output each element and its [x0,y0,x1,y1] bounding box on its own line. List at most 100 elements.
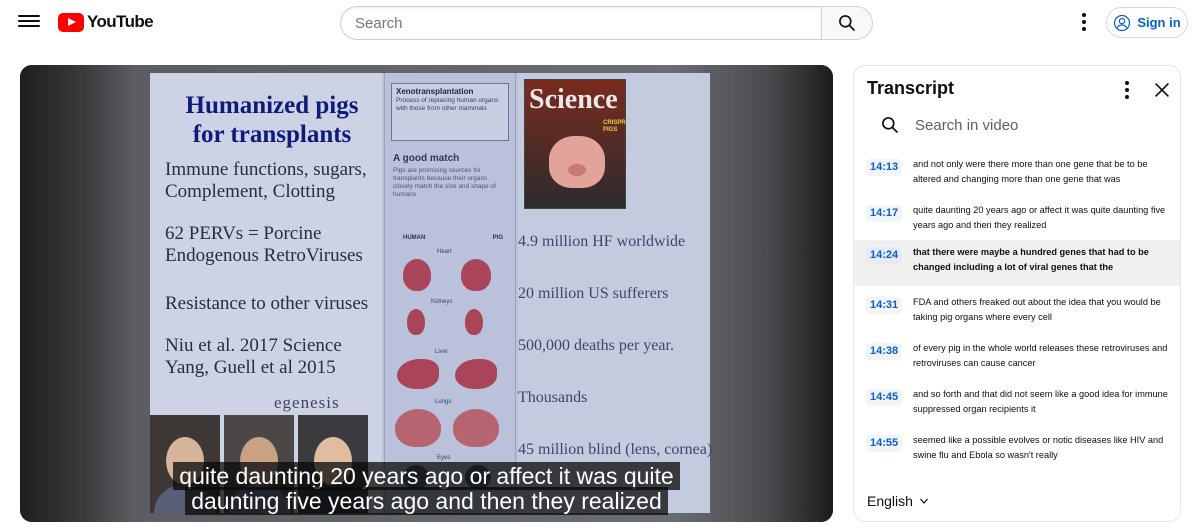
egenesis-logo: egenesis [274,393,340,412]
slide-title: Humanized pigs for transplants [172,91,372,149]
dot [1125,88,1129,92]
column-human: HUMAN [403,235,426,241]
slide-right-column: Science CRISPR PIGS 4.9 million HF world… [518,73,713,513]
slide-stat: Thousands [518,389,588,406]
caption-text: daunting five years ago and then they re… [185,487,668,515]
video-player[interactable]: Humanized pigs for transplants Immune fu… [20,65,833,522]
organ-label: Liver [435,349,449,355]
close-transcript-button[interactable] [1151,79,1173,101]
segment-text: quite daunting 20 years ago or affect it… [913,205,1166,230]
caption-line: daunting five years ago and then they re… [20,487,833,515]
slide-text-line: Complement, Clotting [165,181,335,202]
search-input[interactable] [340,6,821,40]
slide-title-line: for transplants [192,121,352,148]
guide-menu-button[interactable] [18,12,40,32]
caption-text: quite daunting 20 years ago or affect it… [173,462,680,490]
organ-label: Heart [437,249,452,255]
transcript-more-button[interactable] [1121,80,1133,100]
slide-infographic: Xenotransplantation Process of replacing… [384,73,516,513]
close-icon [1154,82,1170,98]
search-box [340,6,873,40]
slide-stat: 500,000 deaths per year. [518,337,674,354]
language-label: English [867,493,913,509]
dot [1082,13,1086,17]
segment-text: seemed like a possible evolves or notic … [913,435,1164,460]
segment-timestamp: 14:31 [866,297,903,314]
liver-icon [455,359,497,389]
settings-more-button[interactable] [1074,11,1094,33]
segment-timestamp: 14:55 [866,435,903,452]
segment-timestamp: 14:17 [866,205,903,222]
search-icon [839,15,856,32]
transcript-segment-active[interactable]: 14:24 that there were maybe a hundred ge… [854,240,1180,286]
dot [1082,27,1086,31]
search-button[interactable] [821,6,873,40]
slide-text-line: Resistance to other viruses [165,293,369,314]
infographic-title: Xenotransplantation [396,87,474,96]
transcript-title: Transcript [867,78,955,98]
cover-title: Science [529,84,618,115]
segment-timestamp: 14:45 [866,389,903,406]
youtube-play-icon [58,12,84,32]
logo-text: YouTube [87,12,154,31]
chevron-down-icon [919,498,928,504]
segment-timestamp: 14:38 [866,343,903,360]
infographic-header: Xenotransplantation Process of replacing… [391,83,509,141]
infographic-heading: A good match [393,153,460,164]
slide-stat: 20 million US sufferers [518,285,669,302]
slide-text-line: 62 PERVs = Porcine [165,223,322,244]
slide-left-column: Humanized pigs for transplants Immune fu… [150,73,382,513]
menu-bar [18,25,40,27]
heart-icon [403,259,431,291]
liver-icon [397,359,439,389]
transcript-search [880,114,1170,136]
account-icon [1114,14,1131,31]
lungs-icon [453,409,499,447]
sign-in-label: Sign in [1137,15,1181,30]
menu-bar [18,15,40,17]
projected-slide: Humanized pigs for transplants Immune fu… [150,73,713,513]
organ-label: Eyes [437,455,451,461]
transcript-search-input[interactable] [915,114,1165,136]
heart-icon [461,259,491,291]
transcript-segment[interactable]: 14:55 seemed like a possible evolves or … [854,428,1180,474]
segment-text: and so forth and that did not seem like … [913,389,1168,414]
kidney-icon [407,309,425,335]
dot [1125,95,1129,99]
segment-timestamp: 14:24 [866,247,903,264]
transcript-panel: Transcript 14:13 and not only were there… [853,65,1181,522]
slide-stat: 45 million blind (lens, cornea) [518,441,713,458]
pig-image [549,136,605,188]
caption-line: quite daunting 20 years ago or affect it… [20,462,833,490]
slide-stat: 4.9 million HF worldwide [518,233,686,250]
infographic-description: Pigs are promising sources for transplan… [393,167,496,198]
dot [1082,20,1086,24]
menu-bar [18,20,40,22]
transcript-segment[interactable]: 14:38 of every pig in the whole world re… [854,336,1180,382]
slide-text-line: Yang, Guell et al 2015 [165,357,336,378]
slide-title-line: Humanized pigs [185,92,359,119]
segment-text: and not only were there more than one ge… [913,159,1148,184]
segment-text: of every pig in the whole world releases… [913,343,1168,368]
kidney-icon [465,309,483,335]
infographic-columns: HUMAN PIG [403,235,503,241]
dot [1125,81,1129,85]
transcript-segment[interactable]: 14:13 and not only were there more than … [854,152,1180,198]
masthead: YouTube Sign in [0,0,1200,44]
search-icon [882,117,899,134]
slide-text-line: Immune functions, sugars, [165,159,367,180]
transcript-segment[interactable]: 14:31 FDA and others freaked out about t… [854,290,1180,336]
cover-tag: CRISPR PIGS [603,120,626,133]
transcript-language-dropdown[interactable]: English [867,493,930,509]
transcript-segment[interactable]: 14:17 quite daunting 20 years ago or aff… [854,198,1180,244]
column-pig: PIG [492,235,503,241]
sign-in-button[interactable]: Sign in [1106,7,1188,38]
slide-text-line: Endogenous RetroViruses [165,245,363,266]
organ-label: Lungs [435,399,452,405]
segment-timestamp: 14:13 [866,159,903,176]
organ-label: Kidneys [431,299,453,305]
slide-text-line: Niu et al. 2017 Science [165,335,342,356]
youtube-logo[interactable]: YouTube [58,12,154,32]
transcript-segment[interactable]: 14:45 and so forth and that did not seem… [854,382,1180,428]
segment-text: FDA and others freaked out about the ide… [913,297,1161,322]
